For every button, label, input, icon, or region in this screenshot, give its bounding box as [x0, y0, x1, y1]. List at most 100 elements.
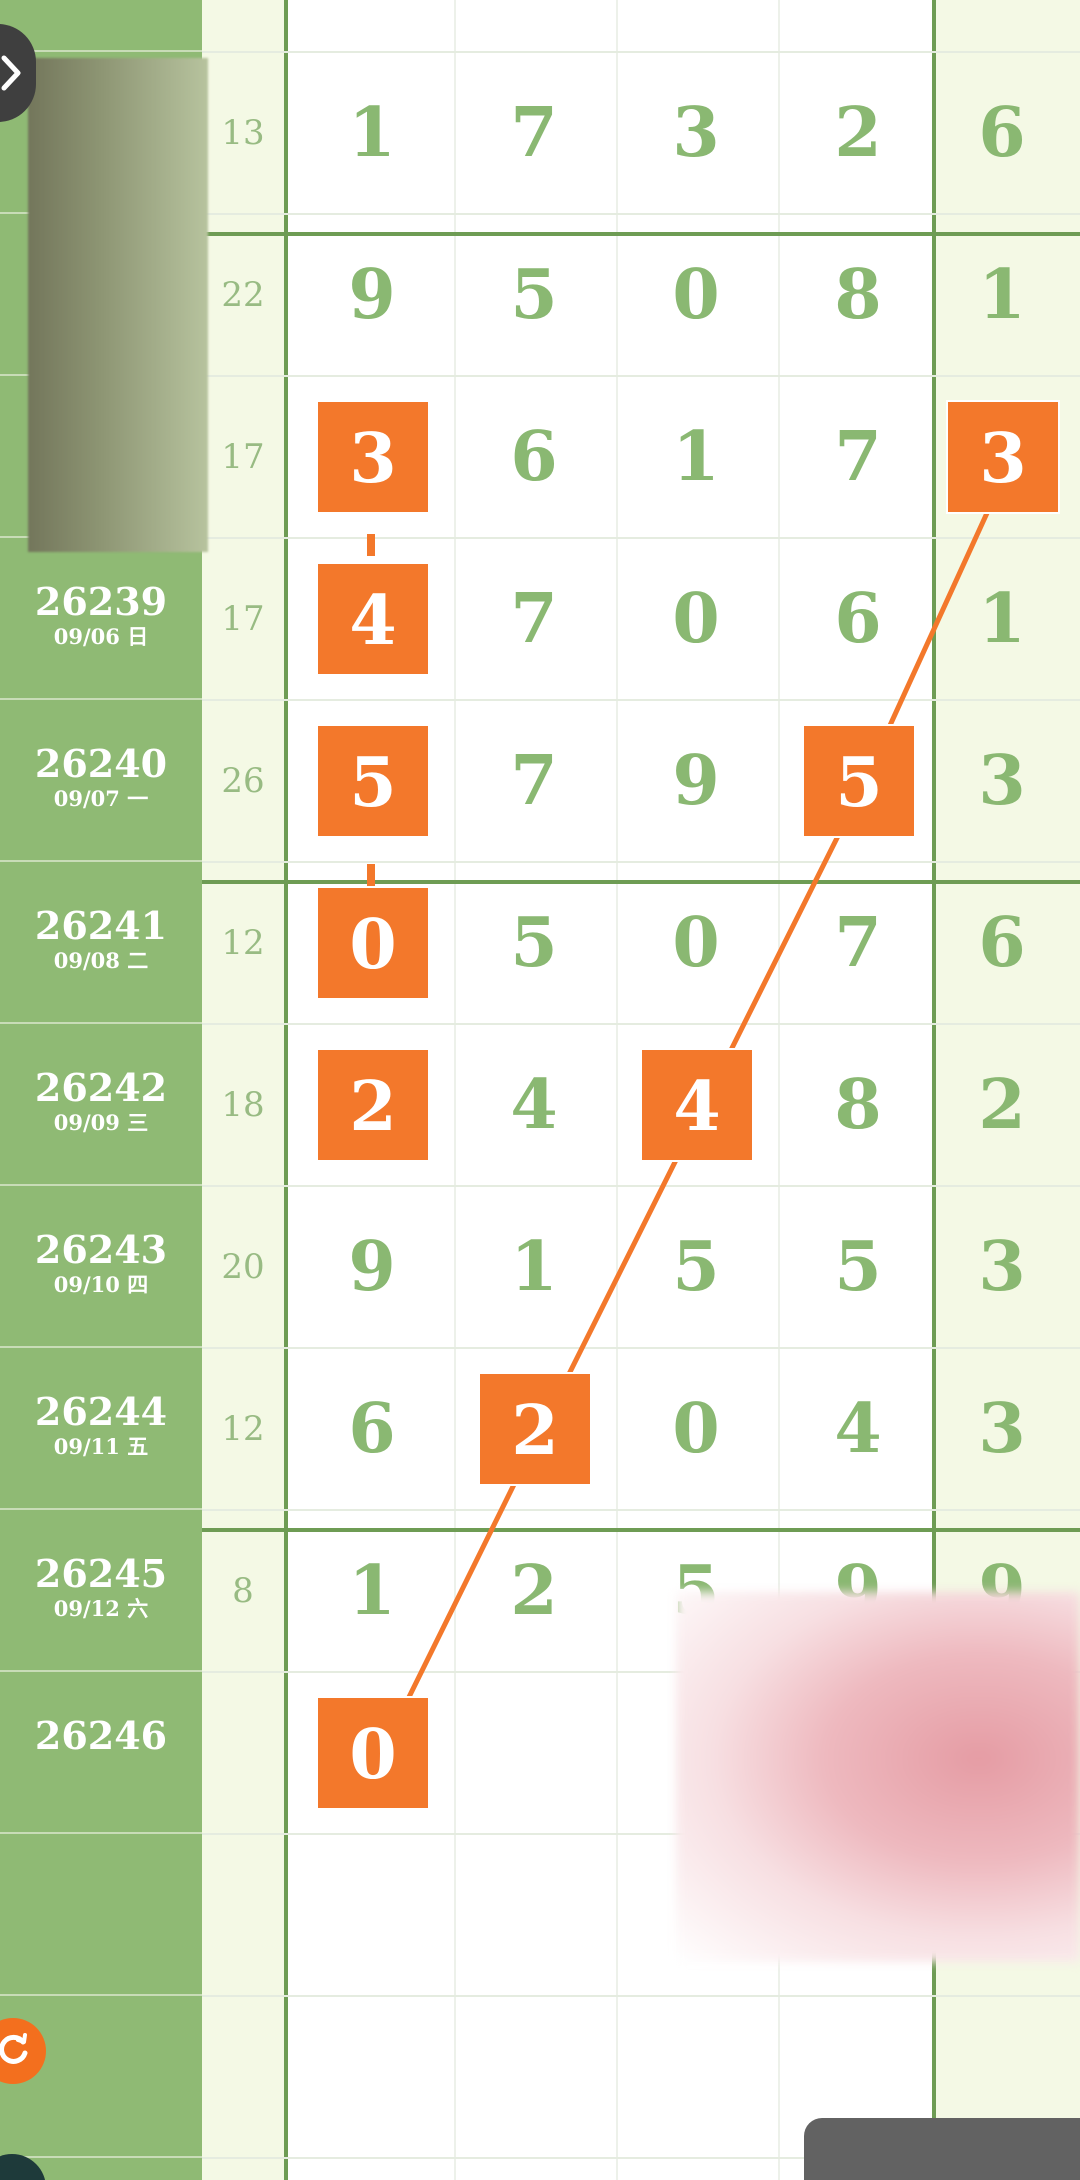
- grid-divider: [616, 0, 618, 2180]
- highlighted-digit: 2: [316, 1048, 430, 1162]
- digit-cell: [474, 1996, 594, 2158]
- issue-cell: 26241 09/08 二: [0, 862, 202, 1024]
- group-separator: [202, 880, 1080, 884]
- issue-number: 26244: [34, 1389, 168, 1434]
- digit-cell: 1: [978, 579, 1026, 659]
- issue-date: 09/06 日: [53, 624, 149, 649]
- refresh-icon: [0, 2033, 28, 2064]
- issue-cell: 26243 09/10 四: [0, 1186, 202, 1348]
- trend-chart-screen: 09/02 三297796713173262295081173617326239…: [0, 0, 1080, 2180]
- highlighted-digit: 0: [316, 886, 430, 1000]
- issue-date: 09/12 六: [53, 1596, 149, 1621]
- issue-number: 26246: [34, 1713, 168, 1758]
- digit-cell: 6: [510, 417, 558, 497]
- digit-cell: 2: [978, 1065, 1026, 1145]
- sum-value: 13: [221, 113, 265, 153]
- digit-cell: 9: [636, 0, 756, 52]
- digit-cell: 1: [672, 417, 720, 497]
- digit-cell: 7: [942, 0, 1062, 52]
- digit-cell: 2: [510, 1551, 558, 1631]
- sum-value: 20: [221, 1247, 265, 1287]
- issue-number: 26245: [34, 1551, 168, 1596]
- sum-value: [202, 1672, 284, 1834]
- digit-cell: 7: [474, 0, 594, 52]
- digit-cell: 6: [978, 93, 1026, 173]
- blurred-overlay-card: [28, 58, 208, 552]
- digit-cell: 9: [348, 1227, 396, 1307]
- issue-number: 26241: [34, 903, 168, 948]
- digit-cell: 5: [672, 1227, 720, 1307]
- digit-cell: 4: [510, 1065, 558, 1145]
- digit-cell: 1: [510, 1227, 558, 1307]
- digit-cell: [474, 1672, 594, 1834]
- issue-cell: 26245 09/12 六: [0, 1510, 202, 1672]
- highlighted-digit: 4: [316, 562, 430, 676]
- issue-number: 26242: [34, 1065, 168, 1110]
- digit-cell: 5: [834, 1227, 882, 1307]
- issue-date: 09/09 三: [53, 1110, 149, 1135]
- digit-cell: 7: [510, 93, 558, 173]
- digit-cell: 9: [672, 741, 720, 821]
- sum-value: 12: [221, 923, 265, 963]
- digit-cell: 2: [834, 93, 882, 173]
- digit-cell: 3: [978, 741, 1026, 821]
- digit-cell: 4: [834, 1389, 882, 1469]
- digit-cell: 3: [978, 1389, 1026, 1469]
- digit-cell: 7: [312, 0, 432, 52]
- issue-cell: 26239 09/06 日: [0, 538, 202, 700]
- digit-cell: 0: [672, 579, 720, 659]
- digit-cell: 0: [672, 903, 720, 983]
- issue-number: 26239: [34, 579, 168, 624]
- digit-cell: 7: [510, 579, 558, 659]
- issue-cell: 26244 09/11 五: [0, 1348, 202, 1510]
- sum-value: 29: [202, 0, 284, 52]
- highlighted-digit: 3: [316, 400, 430, 514]
- digit-cell: 7: [510, 741, 558, 821]
- sum-value: 18: [221, 1085, 265, 1125]
- sum-value: 22: [221, 275, 265, 315]
- sum-value: 17: [221, 599, 265, 639]
- issue-cell: 26240 09/07 一: [0, 700, 202, 862]
- highlighted-digit: 3: [946, 400, 1060, 514]
- bottom-right-bar[interactable]: [804, 2118, 1080, 2180]
- digit-cell: [312, 1996, 432, 2158]
- blurred-overlay-patch: [676, 1592, 1080, 1962]
- sum-value: [202, 1996, 284, 2158]
- digit-cell: 3: [978, 1227, 1026, 1307]
- digit-cell: [474, 1834, 594, 1996]
- digit-cell: 7: [834, 903, 882, 983]
- digit-cell: 9: [348, 255, 396, 335]
- digit-cell: 1: [978, 255, 1026, 335]
- grid-divider: [454, 0, 456, 2180]
- digit-cell: 5: [510, 255, 558, 335]
- digit-cell: 1: [348, 1551, 396, 1631]
- group-separator: [202, 232, 1080, 236]
- issue-number: 26240: [34, 741, 168, 786]
- group-separator: [202, 1528, 1080, 1532]
- issue-date: 09/10 四: [53, 1272, 149, 1297]
- sum-value: 8: [232, 1571, 254, 1611]
- sum-value: [202, 1834, 284, 1996]
- digit-cell: 0: [672, 1389, 720, 1469]
- issue-number: 26243: [34, 1227, 168, 1272]
- issue-cell: [0, 1834, 202, 1996]
- digit-cell: 6: [798, 0, 918, 52]
- digit-cell: 3: [672, 93, 720, 173]
- sum-value: 17: [221, 437, 265, 477]
- digit-cell: 6: [978, 903, 1026, 983]
- highlighted-digit: 4: [640, 1048, 754, 1162]
- highlighted-digit: 5: [802, 724, 916, 838]
- digit-cell: [312, 1834, 432, 1996]
- issue-date: 09/07 一: [53, 786, 149, 811]
- sum-value: 26: [221, 761, 265, 801]
- issue-cell: 26242 09/09 三: [0, 1024, 202, 1186]
- digit-cell: 1: [348, 93, 396, 173]
- issue-cell: 26246: [0, 1672, 202, 1834]
- digit-cell: 0: [672, 255, 720, 335]
- issue-date: 09/08 二: [53, 948, 149, 973]
- digit-cell: 6: [834, 579, 882, 659]
- digit-cell: 6: [348, 1389, 396, 1469]
- highlighted-digit: 0: [316, 1696, 430, 1810]
- digit-cell: 8: [834, 255, 882, 335]
- issue-date: 09/11 五: [53, 1434, 149, 1459]
